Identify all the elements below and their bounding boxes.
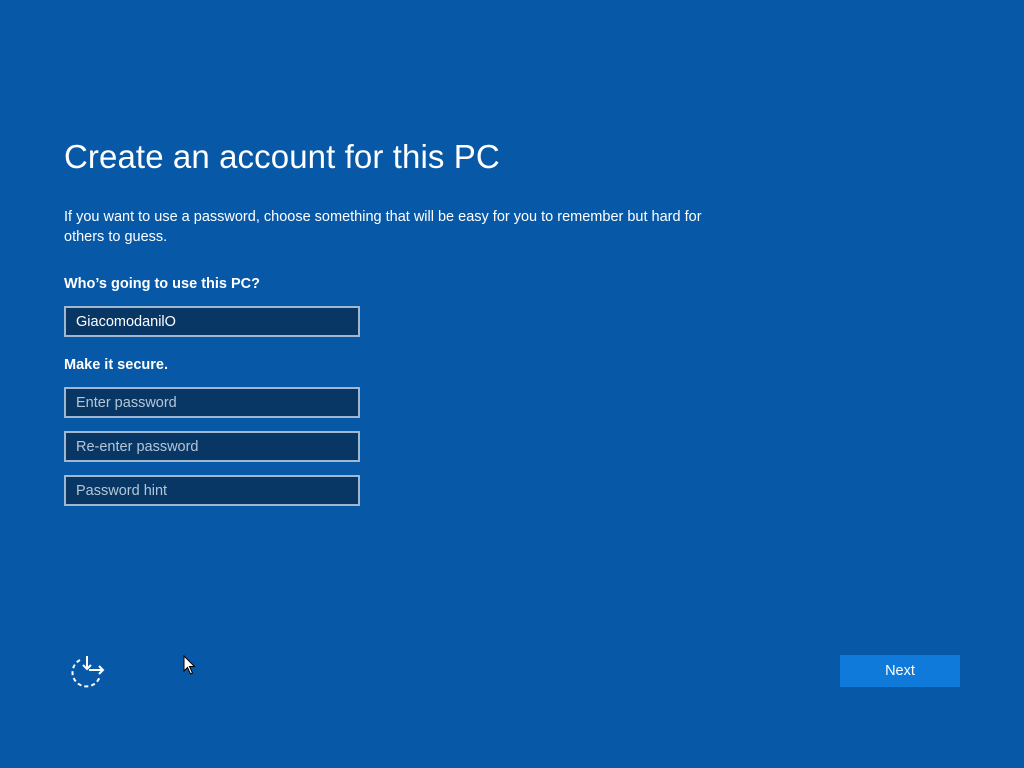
reenter-password-field[interactable] (64, 431, 360, 462)
who-section-label: Who’s going to use this PC? (64, 276, 261, 292)
username-field[interactable] (64, 306, 360, 337)
password-field[interactable] (64, 387, 360, 418)
account-setup-screen: Create an account for this PC If you wan… (0, 0, 1024, 768)
page-description: If you want to use a password, choose so… (64, 209, 702, 245)
secure-section-label: Make it secure. (64, 357, 168, 373)
password-hint-field[interactable] (64, 475, 360, 506)
mouse-cursor-icon (183, 655, 196, 675)
ease-of-access-icon[interactable] (68, 654, 108, 688)
page-title: Create an account for this PC (64, 138, 500, 175)
ease-of-access-glyph (71, 656, 105, 688)
next-button[interactable]: Next (840, 655, 960, 687)
